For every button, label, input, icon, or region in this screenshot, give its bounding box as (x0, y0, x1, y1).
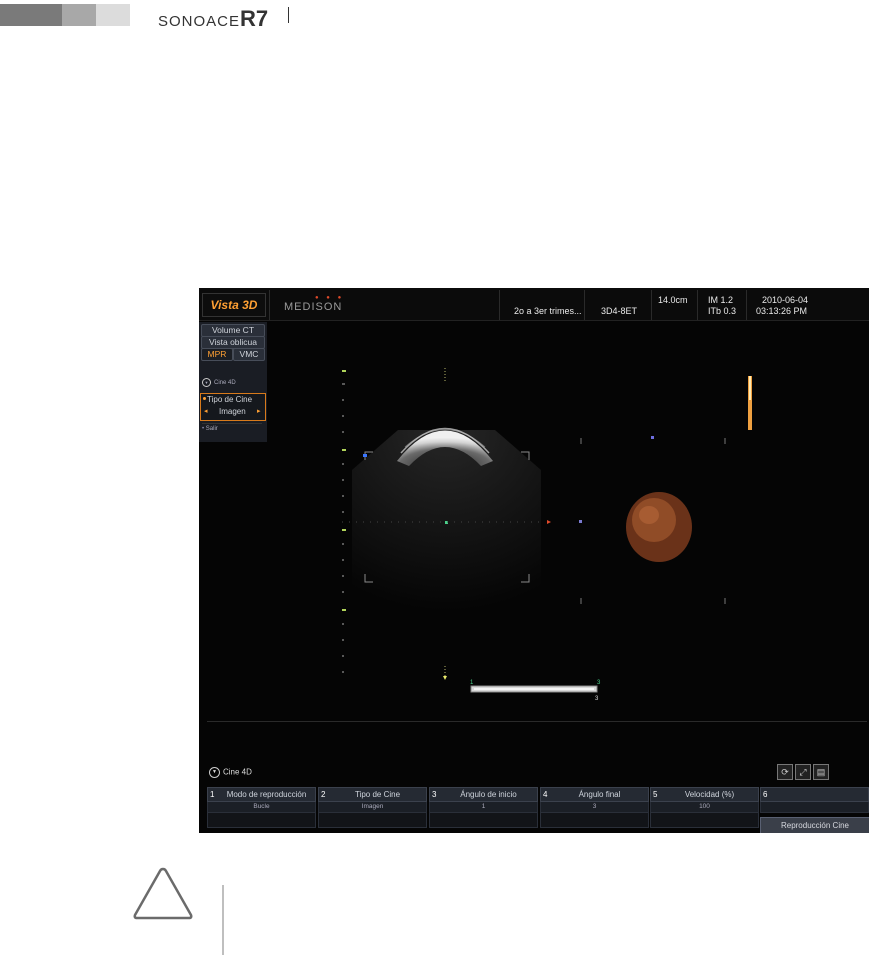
header-bar-dark (0, 4, 62, 26)
save-image-icon[interactable]: ▤ (813, 764, 829, 780)
control-label: Modo de reproducción (226, 790, 307, 799)
info-divider-4 (697, 290, 698, 320)
mode-title: Vista 3D (202, 293, 266, 317)
mpr-viewport[interactable]: 1 3 3 (199, 320, 869, 740)
control-label: Tipo de Cine (354, 790, 401, 799)
control-end-angle[interactable]: 4 Ángulo final 3 (540, 787, 649, 828)
scan-fan (352, 430, 541, 611)
depth-label: 14.0cm (658, 295, 688, 305)
control-label: Ángulo de inicio (460, 790, 517, 799)
control-cine-type[interactable]: 2 Tipo de Cine Imagen (318, 787, 427, 828)
control-number: 4 (543, 790, 548, 799)
control-value: 3 (540, 802, 649, 813)
brand-prefix: SONOACE (158, 13, 241, 30)
control-value: 1 (429, 802, 538, 813)
header-bar-light (96, 4, 130, 26)
medison-logo: MEDISON (284, 301, 343, 313)
probe-label: 3D4-8ET (601, 306, 638, 316)
control-value: Imagen (318, 802, 427, 813)
brand-logo: SONOACER7 (158, 6, 268, 32)
preset-label: 2o a 3er trimes... (514, 306, 582, 316)
control-speed[interactable]: 5 Velocidad (%) 100 (650, 787, 759, 828)
warning-divider (222, 885, 224, 955)
bottom-panel-border (207, 721, 867, 722)
brand-model: R7 (240, 6, 269, 31)
top-info-bar: Vista 3D ● ● ● MEDISON 2o a 3er trimes..… (199, 288, 869, 321)
control-value (760, 802, 869, 813)
warning-icon (133, 867, 193, 920)
date-label: 2010-06-04 (762, 295, 809, 305)
control-number: 5 (653, 790, 658, 799)
control-label: Velocidad (%) (684, 790, 735, 799)
control-number: 6 (763, 790, 768, 799)
cine-4d-section-label: Cine 4D (223, 767, 252, 777)
control-6[interactable]: 6 (760, 787, 869, 813)
control-value: Bucle (207, 802, 316, 813)
playback-cine-button[interactable]: Reproducción Cine (760, 817, 869, 833)
brand-separator (288, 7, 289, 23)
title-divider (269, 290, 270, 320)
info-divider-3 (651, 290, 652, 320)
slider-start-label: 1 (470, 680, 474, 686)
header-bar-mid (62, 4, 96, 26)
control-number: 3 (432, 790, 437, 799)
chevron-down-icon: ▼ (209, 767, 220, 778)
depth-scale (342, 383, 345, 673)
time-label: 03:13:26 PM (756, 306, 808, 316)
control-number: 1 (210, 790, 215, 799)
control-number: 2 (321, 790, 326, 799)
control-start-angle[interactable]: 3 Ángulo de inicio 1 (429, 787, 538, 828)
info-divider-5 (746, 290, 747, 320)
rotate-view-icon[interactable]: ⟳ (777, 764, 793, 780)
control-playback-mode[interactable]: 1 Modo de reproducción Bucle (207, 787, 316, 828)
im-label: IM 1.2 (708, 295, 734, 305)
cine-4d-section[interactable]: ▼ Cine 4D (209, 767, 252, 778)
control-label: Ángulo final (578, 790, 621, 799)
control-value: 100 (650, 802, 759, 813)
info-divider-2 (584, 290, 585, 320)
info-divider-1 (499, 290, 500, 320)
ultrasound-screen: Vista 3D ● ● ● MEDISON 2o a 3er trimes..… (199, 288, 869, 833)
slider-value-label: 3 (595, 696, 599, 702)
itb-label: ITb 0.3 (708, 306, 737, 316)
reset-view-icon[interactable]: ⤢ (795, 764, 811, 780)
slider-end-label: 3 (597, 680, 601, 686)
